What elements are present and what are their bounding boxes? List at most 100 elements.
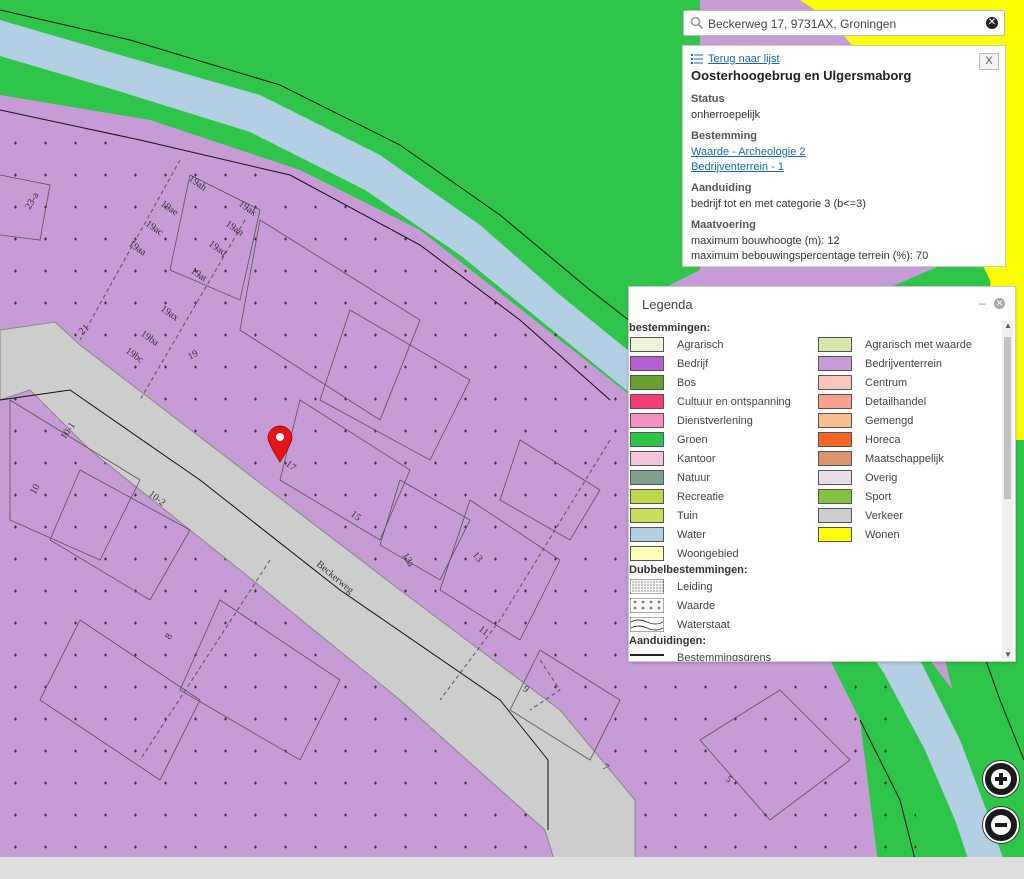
legend-item: Bedrijventerrein (817, 354, 1001, 373)
legend-label: Centrum (865, 376, 908, 389)
legend-item: Verkeer (817, 506, 1001, 525)
legend-swatch (630, 413, 664, 428)
scrollbar-thumb[interactable] (1004, 337, 1011, 499)
search-icon (690, 16, 704, 30)
minimize-icon[interactable]: – (979, 297, 989, 309)
legend-label: Waterstaat (677, 618, 730, 631)
legend-item: Woongebied (629, 544, 817, 563)
maatvoering-bouwhoogte: maximum bouwhoogte (m): 12 (691, 235, 840, 247)
legend-panel: Legenda – ✕ bestemmingen: Agrarisch Agrar… (628, 286, 1016, 662)
legend-label: Groen (677, 433, 708, 446)
legend-swatch (818, 375, 852, 390)
bestemming-link-archeologie[interactable]: Waarde - Archeologie 2 (691, 146, 806, 158)
legend-swatch (630, 375, 664, 390)
legend-item: Water (629, 525, 817, 544)
legend-scrollbar[interactable]: ▲ ▼ (1002, 321, 1013, 659)
legend-swatch (818, 489, 852, 504)
legend-label: Water (677, 528, 706, 541)
legend-swatch (818, 337, 852, 352)
plan-title: Oosterhoogebrug en Ulgersmaborg (691, 68, 912, 83)
legend-item: Kantoor (629, 449, 817, 468)
legend-label: Maatschappelijk (865, 452, 944, 465)
legend-swatch (818, 470, 852, 485)
legend-label: Wonen (865, 528, 900, 541)
legend-item: Bestemmingsgrens (629, 648, 1001, 661)
legend-item: Recreatie (629, 487, 817, 506)
legend-label: Natuur (677, 471, 711, 484)
status-value: onherroepelijk (691, 109, 761, 121)
scroll-up-icon[interactable]: ▲ (1004, 321, 1012, 330)
legend-item: Horeca (817, 430, 1001, 449)
legend-title: Legenda (642, 297, 693, 312)
legend-group-bestemmingen: bestemmingen: (629, 322, 711, 334)
legend-bestemmingen-list: Agrarisch Agrarisch met waarde Bedrijf Bedr… (629, 335, 1001, 563)
search-box: ✕ (683, 10, 1005, 36)
legend-swatch (818, 451, 852, 466)
legend-swatch (818, 508, 852, 523)
legend-swatch (630, 432, 664, 447)
legend-item: Maatschappelijk (817, 449, 1001, 468)
legend-swatch (818, 413, 852, 428)
legend-label: Bestemmingsgrens (677, 651, 772, 662)
legend-label: Waarde (677, 599, 716, 612)
legend-label: Leiding (677, 580, 713, 593)
legend-label: Recreatie (677, 490, 725, 503)
legend-dubbel-list: Leiding Waarde Waterstaat (629, 577, 1001, 634)
legend-item: Sport (817, 487, 1001, 506)
legend-swatch (818, 356, 852, 371)
legend-item: Agrarisch (629, 335, 817, 354)
legend-item: Wonen (817, 525, 1001, 544)
legend-label: Detailhandel (865, 395, 927, 408)
legend-pattern-swatch (629, 578, 665, 595)
legend-body[interactable]: bestemmingen: Agrarisch Agrarisch met waa… (629, 321, 1001, 661)
bottom-bar (0, 857, 1024, 879)
legend-item: Waarde (629, 596, 1001, 615)
info-close-button[interactable]: X (979, 53, 999, 70)
legend-pattern-swatch (629, 616, 665, 633)
legend-label: Gemengd (865, 414, 914, 427)
legend-item: Centrum (817, 373, 1001, 392)
legend-label: Bedrijf (677, 357, 709, 370)
zoom-out-button[interactable] (983, 807, 1019, 843)
legend-swatch (818, 432, 852, 447)
legend-item: Bos (629, 373, 817, 392)
legend-swatch (630, 508, 664, 523)
legend-item: Dienstverlening (629, 411, 817, 430)
legend-label: Bos (677, 376, 696, 389)
search-input[interactable] (706, 14, 980, 34)
maatvoering-bebouwingspercentage: maximum bebouwingspercentage terrein (%)… (691, 250, 929, 262)
legend-swatch (818, 527, 852, 542)
status-title: Status (691, 93, 725, 105)
legend-swatch (630, 489, 664, 504)
legend-swatch (630, 470, 664, 485)
legend-label: Agrarisch met waarde (865, 338, 972, 351)
legend-swatch (818, 394, 852, 409)
info-panel: Terug naar lijst X Oosterhoogebrug en Ul… (682, 45, 1006, 267)
bestemming-link-bedrijventerrein[interactable]: Bedrijventerrein - 1 (691, 161, 784, 173)
clear-search-icon[interactable]: ✕ (986, 17, 998, 29)
legend-label: Overig (865, 471, 898, 484)
scroll-down-icon[interactable]: ▼ (1004, 650, 1012, 659)
legend-close-icon[interactable]: ✕ (994, 298, 1005, 309)
legend-label: Horeca (865, 433, 901, 446)
legend-label: Dienstverlening (677, 414, 753, 427)
legend-pattern-swatch (629, 597, 665, 614)
legend-item: Leiding (629, 577, 1001, 596)
legend-item: Groen (629, 430, 817, 449)
legend-swatch (630, 546, 664, 561)
legend-label: Tuin (677, 509, 698, 522)
legend-item: Agrarisch met waarde (817, 335, 1001, 354)
legend-label: Woongebied (677, 547, 739, 560)
legend-swatch (630, 451, 664, 466)
maatvoering-title: Maatvoering (691, 219, 756, 231)
legend-label: Agrarisch (677, 338, 724, 351)
legend-item: Gemengd (817, 411, 1001, 430)
zoom-in-button[interactable] (983, 761, 1019, 797)
legend-item: Bedrijf (629, 354, 817, 373)
legend-swatch (630, 394, 664, 409)
legend-aanduidingen-list: Bestemmingsgrens (629, 648, 1001, 661)
legend-label: Kantoor (677, 452, 716, 465)
back-to-list-link[interactable]: Terug naar lijst (708, 53, 780, 65)
legend-group-aanduidingen: Aanduidingen: (629, 635, 706, 647)
aanduiding-title: Aanduiding (691, 182, 752, 194)
